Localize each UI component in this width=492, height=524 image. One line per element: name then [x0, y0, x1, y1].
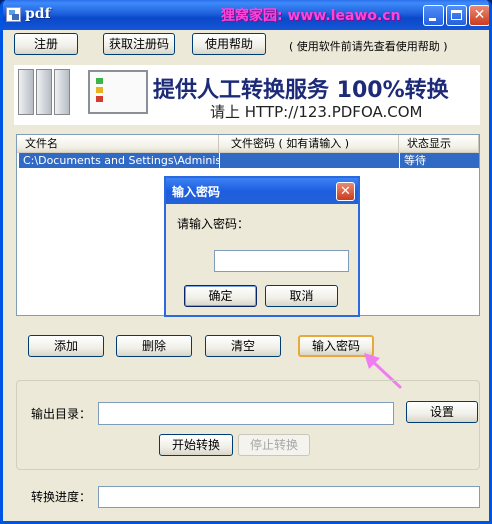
- output-dir-label: 输出目录：: [31, 407, 92, 421]
- list-header: 文件名 文件密码 ( 如有请输入 ) 状态显示: [17, 135, 479, 153]
- delete-button[interactable]: 删除: [116, 335, 192, 357]
- start-convert-button[interactable]: 开始转换: [159, 434, 233, 456]
- output-group: [16, 380, 480, 470]
- dialog-title-bar[interactable]: 输入密码 ✕: [166, 178, 358, 204]
- password-dialog: 输入密码 ✕ 请输入密码： 确定 取消: [164, 176, 360, 317]
- help-button[interactable]: 使用帮助: [192, 33, 266, 55]
- column-header-password[interactable]: 文件密码 ( 如有请输入 ): [219, 135, 399, 152]
- dialog-ok-button[interactable]: 确定: [184, 285, 257, 307]
- file-status-cell: 等待: [399, 153, 479, 168]
- file-password-cell: [219, 153, 399, 168]
- add-button[interactable]: 添加: [28, 335, 104, 357]
- progress-bar: [98, 486, 480, 508]
- column-header-status[interactable]: 状态显示: [399, 135, 479, 152]
- list-item[interactable]: C:\Documents and Settings\Administr... 等…: [17, 153, 479, 168]
- promo-banner: 提供人工转换服务 100%转换 请上 HTTP://123.PDFOA.COM: [14, 65, 480, 125]
- dialog-title: 输入密码: [172, 185, 221, 199]
- file-name-cell: C:\Documents and Settings\Administr...: [19, 153, 219, 168]
- app-icon: [6, 7, 21, 22]
- stop-convert-button: 停止转换: [238, 434, 310, 456]
- banner-headline: 提供人工转换服务 100%转换: [153, 78, 449, 103]
- password-input[interactable]: [214, 250, 349, 272]
- progress-label: 转换进度：: [31, 490, 92, 504]
- help-hint-text: ( 使用软件前请先查看使用帮助 ): [289, 40, 448, 53]
- banner-url-text: 请上 HTTP://123.PDFOA.COM: [210, 103, 423, 121]
- close-button[interactable]: ✕: [469, 5, 489, 26]
- column-header-filename[interactable]: 文件名: [17, 135, 219, 152]
- title-bar[interactable]: pdf 狸窝家园: www.leawo.cn ✕: [3, 0, 489, 30]
- output-dir-input[interactable]: [98, 402, 394, 425]
- dialog-cancel-button[interactable]: 取消: [265, 285, 338, 307]
- minimize-button[interactable]: [423, 5, 444, 26]
- password-prompt-label: 请输入密码：: [177, 217, 250, 231]
- minimize-icon: [429, 18, 436, 21]
- dialog-close-button[interactable]: ✕: [336, 182, 355, 201]
- window-title: pdf: [25, 6, 51, 22]
- watermark-text: 狸窝家园: www.leawo.cn: [221, 8, 401, 24]
- maximize-button[interactable]: [446, 5, 467, 26]
- get-code-button[interactable]: 获取注册码: [103, 33, 175, 55]
- clear-button[interactable]: 清空: [205, 335, 281, 357]
- maximize-icon: [451, 10, 462, 20]
- close-icon: ✕: [473, 7, 486, 23]
- register-button[interactable]: 注册: [14, 33, 78, 55]
- settings-button[interactable]: 设置: [406, 401, 478, 423]
- main-window: pdf 狸窝家园: www.leawo.cn ✕ 注册 获取注册码 使用帮助 (…: [0, 0, 492, 524]
